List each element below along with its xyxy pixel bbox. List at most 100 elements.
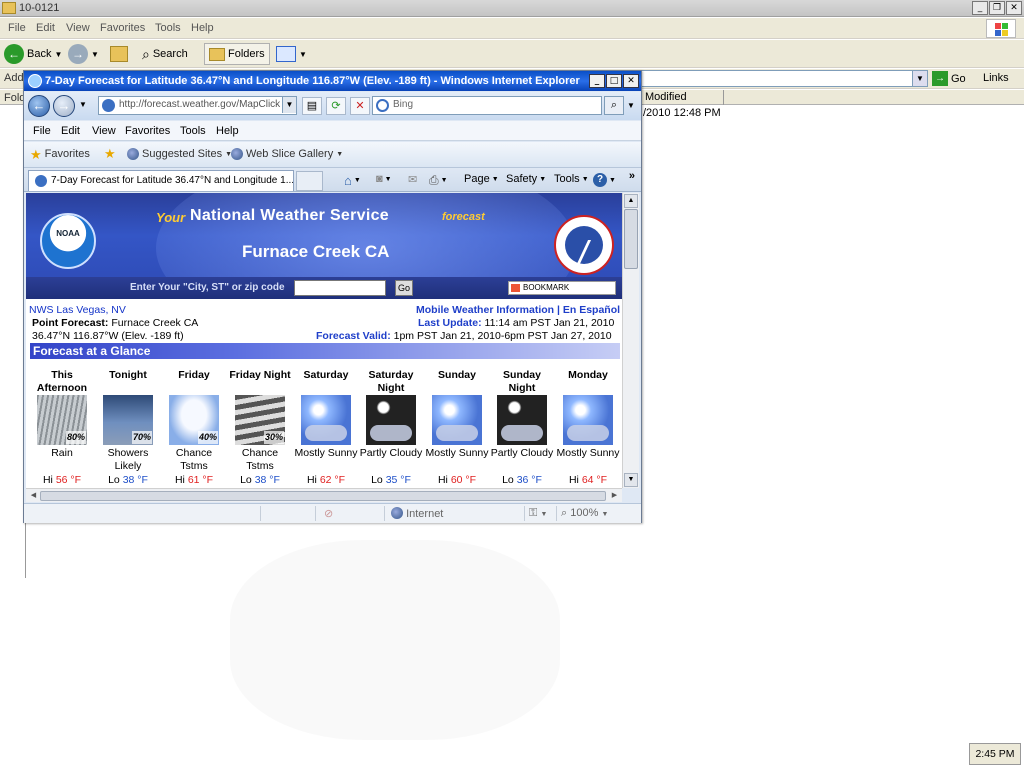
web-slice-gallery-button[interactable]: Web Slice Gallery ▼	[231, 148, 343, 160]
ie-back-button[interactable]: ←	[28, 95, 50, 117]
recent-pages-dropdown-icon[interactable]: ▼	[79, 100, 87, 109]
column-separator[interactable]	[723, 90, 724, 105]
address-input[interactable]	[640, 70, 928, 87]
nws-office-link[interactable]: NWS Las Vegas, NV	[29, 304, 126, 316]
up-folder-button[interactable]	[110, 43, 128, 65]
column-modified[interactable]: Modified	[645, 91, 687, 103]
weather-sun-icon[interactable]	[301, 395, 351, 445]
screen-smudge	[230, 540, 560, 740]
add-favorite-button[interactable]: ★	[104, 147, 116, 160]
location-search-input[interactable]	[294, 280, 386, 296]
weather-shower-icon[interactable]: 70%	[103, 395, 153, 445]
ie-menu-edit[interactable]: Edit	[61, 125, 80, 137]
views-button[interactable]: ▼	[276, 43, 307, 65]
minimize-button[interactable]: _	[972, 1, 988, 15]
weather-night-icon[interactable]	[497, 395, 547, 445]
cloud-shape	[501, 425, 543, 441]
help-button[interactable]: ? ▼	[593, 173, 616, 187]
forecast-description: Chance Tstms	[175, 447, 213, 472]
ie-menu-file[interactable]: File	[33, 125, 51, 137]
scroll-left-arrow-icon[interactable]: ◀	[27, 490, 40, 502]
lock-icon: ⚿	[529, 507, 538, 519]
ie-title-bar[interactable]: 7-Day Forecast for Latitude 36.47°N and …	[24, 71, 641, 91]
search-options-dropdown-icon[interactable]: ▼	[625, 96, 637, 115]
horizontal-scrollbar[interactable]: ◀ ▶	[26, 488, 622, 502]
weather-tstm-icon[interactable]: 40%	[169, 395, 219, 445]
forecast-period: Sunday Night Partly Cloudy Lo 36 °F	[489, 369, 555, 487]
vertical-scrollbar[interactable]: ▲ ▼	[622, 193, 639, 488]
print-button[interactable]: ⎙ ▼	[429, 173, 448, 188]
precip-percent: 80%	[65, 431, 86, 444]
menu-favorites[interactable]: Favorites	[100, 22, 145, 34]
ie-menu-favorites[interactable]: Favorites	[125, 125, 170, 137]
weather-sun-icon[interactable]	[432, 395, 482, 445]
location-go-button[interactable]: Go	[395, 280, 413, 296]
more-commands-chevron-icon[interactable]: »	[629, 170, 635, 182]
ie-address-dropdown[interactable]: ▼	[282, 97, 296, 113]
ie-address-input[interactable]: http://forecast.weather.gov/MapClick	[98, 96, 297, 115]
scroll-up-arrow-icon[interactable]: ▲	[624, 194, 638, 208]
mobile-weather-link[interactable]: Mobile Weather Information	[416, 304, 554, 316]
page-menu-button[interactable]: Page ▼	[464, 173, 499, 185]
ie-menu-view[interactable]: View	[92, 125, 116, 137]
favorites-button[interactable]: ★ Favorites	[30, 148, 90, 161]
noaa-logo-icon[interactable]: NOAA	[40, 213, 96, 269]
bookmark-button[interactable]: BOOKMARK	[508, 281, 616, 295]
ie-menu-tools[interactable]: Tools	[180, 125, 206, 137]
go-button[interactable]: → Go	[932, 70, 966, 87]
stop-icon[interactable]: ✕	[350, 97, 370, 115]
explorer-toolbar: ← Back ▼ → ▼ ⌕ Search Folders ▼	[0, 40, 1024, 68]
scroll-down-arrow-icon[interactable]: ▼	[624, 473, 638, 487]
ie-minimize-button[interactable]: _	[589, 74, 605, 88]
temperature-line: Lo 38 °F	[227, 474, 293, 487]
back-button[interactable]: ← Back ▼	[4, 43, 62, 65]
period-name: Saturday	[303, 369, 349, 381]
espanol-link[interactable]: En Español	[563, 304, 620, 316]
ie-search-input[interactable]: Bing	[372, 96, 602, 115]
links-button[interactable]: Links	[983, 72, 1009, 84]
suggested-sites-button[interactable]: Suggested Sites ▼	[127, 148, 232, 160]
menu-help[interactable]: Help	[191, 22, 214, 34]
vertical-scroll-thumb[interactable]	[624, 209, 638, 269]
site-favicon-icon	[102, 99, 115, 112]
new-tab-button[interactable]	[296, 171, 323, 191]
weather-rain-icon[interactable]: 80%	[37, 395, 87, 445]
read-mail-button[interactable]: ✉	[408, 173, 417, 186]
protected-mode-button[interactable]: ⚿ ▼	[524, 506, 554, 521]
menu-file[interactable]: File	[8, 22, 26, 34]
scroll-right-arrow-icon[interactable]: ▶	[608, 490, 621, 502]
search-button[interactable]: ⌕ Search	[142, 43, 188, 65]
explorer-title-bar[interactable]: 10-0121 _ ❐ ✕	[0, 0, 1024, 17]
weather-sun-icon[interactable]	[563, 395, 613, 445]
temperature-line: Hi 60 °F	[424, 474, 490, 487]
weather-tstmn-icon[interactable]: 30%	[235, 395, 285, 445]
ie-maximize-button[interactable]: □	[606, 74, 622, 88]
compatibility-view-icon[interactable]: ▤	[302, 97, 322, 115]
menu-edit[interactable]: Edit	[36, 22, 55, 34]
restore-button[interactable]: ❐	[989, 1, 1005, 15]
home-button[interactable]: ⌂ ▼	[344, 173, 361, 188]
ie-menu-help[interactable]: Help	[216, 125, 239, 137]
ie-tab-active[interactable]: 7-Day Forecast for Latitude 36.47°N and …	[28, 170, 294, 191]
close-button[interactable]: ✕	[1006, 1, 1022, 15]
ie-forward-button[interactable]: →	[53, 95, 75, 117]
feeds-button[interactable]: ◙ ▼	[376, 173, 392, 185]
nws-logo-icon[interactable]	[554, 215, 614, 275]
zoom-button[interactable]: ⌕ 100% ▼	[556, 506, 636, 521]
file-modified-date[interactable]: /2010 12:48 PM	[643, 107, 721, 119]
menu-view[interactable]: View	[66, 22, 90, 34]
refresh-icon[interactable]: ⟳	[326, 97, 346, 115]
menu-tools[interactable]: Tools	[155, 22, 181, 34]
weather-night-icon[interactable]	[366, 395, 416, 445]
ie-close-button[interactable]: ✕	[623, 74, 639, 88]
folders-button[interactable]: Folders	[204, 43, 270, 65]
precip-percent: 40%	[197, 431, 218, 444]
ie-search-button[interactable]: ⌕	[604, 96, 624, 115]
tools-menu-button[interactable]: Tools ▼	[554, 173, 589, 185]
safety-menu-button[interactable]: Safety ▼	[506, 173, 546, 185]
address-dropdown-button[interactable]: ▼	[912, 70, 928, 87]
forward-button[interactable]: → ▼	[68, 43, 99, 65]
horizontal-scroll-thumb[interactable]	[40, 491, 606, 501]
up-folder-icon	[110, 46, 128, 62]
taskbar-clock[interactable]: 2:45 PM	[969, 743, 1021, 765]
